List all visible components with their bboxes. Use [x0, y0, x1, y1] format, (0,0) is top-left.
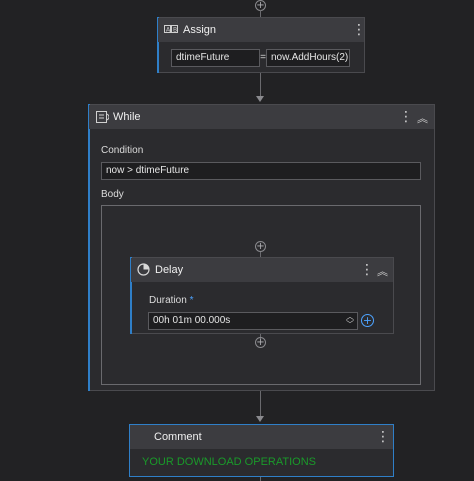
comment-title: Comment — [154, 431, 202, 443]
comment-text[interactable]: YOUR DOWNLOAD OPERATIONS — [142, 456, 316, 468]
while-body-container[interactable]: + Delay ⋮ ︽ Duration * 00h 01m 00.000s ︿… — [101, 205, 421, 385]
delay-more-menu-icon[interactable]: ⋮ — [360, 263, 374, 277]
duration-label: Duration * — [149, 295, 194, 306]
while-header[interactable]: While ⋮ ︽ — [89, 105, 434, 129]
assign-more-menu-icon[interactable]: ⋮ — [352, 23, 366, 37]
comment-more-menu-icon[interactable]: ⋮ — [376, 430, 390, 444]
assign-title: Assign — [183, 24, 217, 36]
collapse-chevron-icon[interactable]: ︽ — [417, 110, 428, 126]
delay-title: Delay — [155, 264, 184, 276]
svg-text:B: B — [173, 27, 177, 34]
comment-activity[interactable]: Comment ⋮ YOUR DOWNLOAD OPERATIONS — [129, 424, 394, 477]
assign-activity[interactable]: AB Assign ⋮ dtimeFuture = now.AddHours(2… — [157, 17, 366, 73]
condition-label: Condition — [101, 145, 144, 156]
delay-header[interactable]: Delay ⋮ ︽ — [131, 258, 393, 282]
while-loop-icon — [95, 110, 110, 124]
delay-activity[interactable]: Delay ⋮ ︽ Duration * 00h 01m 00.000s ︿ ﹀ … — [130, 257, 394, 334]
condition-input[interactable]: now > dtimeFuture — [101, 162, 421, 180]
body-label: Body — [101, 189, 124, 200]
duration-input[interactable]: 00h 01m 00.000s — [148, 312, 358, 330]
while-more-menu-icon[interactable]: ⋮ — [399, 110, 413, 124]
add-expression-icon[interactable]: + — [361, 314, 374, 327]
delay-collapse-chevron-icon[interactable]: ︽ — [377, 263, 388, 279]
add-activity-body-top-icon[interactable]: + — [255, 241, 266, 252]
assign-left-field[interactable]: dtimeFuture — [171, 49, 260, 67]
while-activity[interactable]: While ⋮ ︽ Condition now > dtimeFuture Bo… — [88, 104, 435, 391]
while-title: While — [113, 111, 141, 123]
duration-spinner-icon[interactable]: ︿ ﹀ — [345, 313, 355, 329]
assign-right-field[interactable]: now.AddHours(2) — [266, 49, 350, 67]
delay-clock-icon — [137, 263, 150, 276]
add-activity-body-bottom-icon[interactable]: + — [255, 337, 266, 348]
comment-header[interactable]: Comment ⋮ — [130, 425, 393, 449]
assign-icon: AB — [164, 23, 178, 35]
assign-header[interactable]: AB Assign ⋮ — [158, 18, 366, 42]
